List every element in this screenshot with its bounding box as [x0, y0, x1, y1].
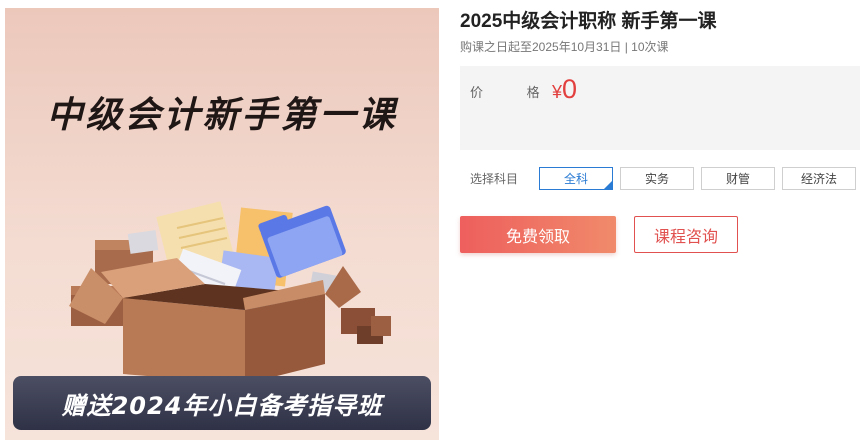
- price-label: 价 格: [470, 85, 560, 100]
- box-illustration: [69, 201, 391, 384]
- gift-banner-strip: 赠送2024年小白备考指导班: [13, 376, 431, 430]
- subject-label: 选择科目: [470, 172, 519, 186]
- price-box: 价 格 ¥0: [460, 66, 860, 150]
- subject-option-practice[interactable]: 实务: [620, 167, 694, 190]
- price-amount: 0: [562, 74, 578, 104]
- course-consult-button[interactable]: 课程咨询: [634, 216, 738, 253]
- subject-option-all[interactable]: 全科: [539, 167, 613, 190]
- price-value: ¥0: [552, 74, 577, 105]
- course-banner: 中级会计新手第一课 赠送2024年小白备考指导班: [5, 8, 439, 440]
- currency-symbol: ¥: [552, 82, 563, 102]
- gift-text: 赠送2024年小白备考指导班: [61, 391, 383, 420]
- free-claim-button[interactable]: 免费领取: [460, 216, 616, 253]
- banner-title: 中级会计新手第一课: [46, 95, 398, 136]
- subject-option-economic-law[interactable]: 经济法: [782, 167, 856, 190]
- course-meta: 购课之日起至2025年10月31日 | 10次课: [460, 40, 669, 54]
- subject-option-finance[interactable]: 财管: [701, 167, 775, 190]
- course-title: 2025中级会计职称 新手第一课: [460, 11, 717, 32]
